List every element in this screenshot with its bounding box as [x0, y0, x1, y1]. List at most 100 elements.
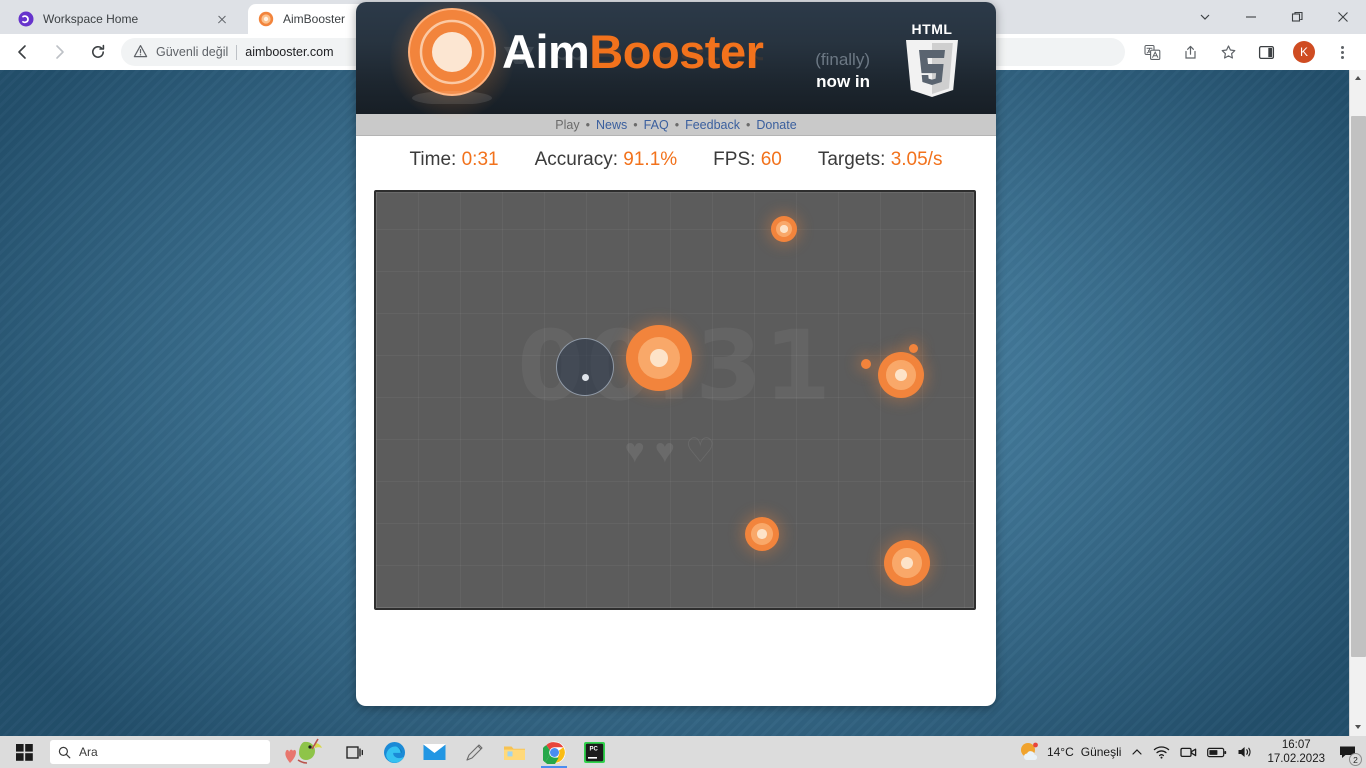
minimize-button[interactable] — [1228, 0, 1274, 34]
heart-icon-3: ♡ — [684, 432, 726, 470]
page-scrollbar[interactable] — [1349, 70, 1366, 736]
logo-booster: Booster — [589, 25, 764, 78]
weather-desc: Güneşli — [1080, 745, 1122, 759]
game-canvas[interactable]: 00:31 ♥♥♡ — [374, 190, 976, 610]
stat-accuracy-label: Accuracy: — [534, 149, 619, 170]
tab-search-chevron-icon[interactable] — [1182, 0, 1228, 34]
windows-start-icon[interactable] — [0, 736, 48, 768]
battery-icon[interactable] — [1202, 736, 1232, 768]
target-1[interactable] — [771, 216, 797, 242]
tab-workspace-home[interactable]: Workspace Home — [8, 4, 240, 34]
target-4[interactable] — [878, 352, 924, 398]
share-icon[interactable] — [1176, 38, 1204, 66]
desktop-bird-widget[interactable] — [270, 736, 334, 768]
badge-finally-text: (finally) — [815, 50, 870, 69]
nav-separator: • — [745, 117, 751, 132]
file-explorer-icon[interactable] — [494, 736, 534, 768]
logo-aim: Aim — [502, 25, 590, 78]
volume-icon[interactable] — [1232, 736, 1259, 768]
side-panel-icon[interactable] — [1252, 38, 1280, 66]
scroll-up-arrow[interactable] — [1350, 70, 1366, 87]
search-placeholder: Ara — [79, 745, 98, 759]
nav-link-donate[interactable]: Donate — [756, 118, 796, 132]
clock-date: 17.02.2023 — [1267, 753, 1325, 765]
search-icon — [58, 746, 71, 758]
stat-targets: Targets: 3.05/s — [818, 149, 943, 171]
badge-now-in-text: now in — [816, 72, 870, 91]
close-icon[interactable] — [214, 11, 230, 27]
target-5[interactable] — [909, 344, 918, 353]
pycharm-icon[interactable]: PC — [574, 736, 614, 768]
target-ring-outer — [861, 359, 871, 369]
nav-separator: • — [585, 117, 591, 132]
stat-time-value: 0:31 — [461, 149, 499, 170]
nav-link-play[interactable]: Play — [555, 118, 579, 132]
html5-logo-icon: HTML — [900, 20, 964, 98]
aimbooster-logo-icon — [404, 8, 500, 105]
svg-text:PC: PC — [589, 746, 598, 752]
url-text: aimbooster.com — [245, 45, 334, 59]
target-ring-inner — [780, 225, 788, 233]
target-3[interactable] — [861, 359, 871, 369]
stat-accuracy: Accuracy: 91.1% — [535, 149, 678, 171]
system-tray: 14°C Güneşli 16:07 17.02.2023 2 — [1014, 736, 1366, 768]
aim-cursor — [556, 338, 614, 396]
scroll-down-arrow[interactable] — [1350, 719, 1366, 736]
profile-avatar[interactable]: K — [1290, 38, 1318, 66]
stat-time-label: Time: — [409, 149, 457, 170]
chrome-icon[interactable] — [534, 736, 574, 768]
nav-link-news[interactable]: News — [596, 118, 627, 132]
stats-bar: Time: 0:31 Accuracy: 91.1% FPS: 60 Targe… — [356, 136, 996, 182]
nav-link-faq[interactable]: FAQ — [644, 118, 669, 132]
scrollbar-thumb[interactable] — [1351, 116, 1366, 657]
stat-targets-value: 3.05/s — [890, 149, 943, 170]
edge-icon[interactable] — [374, 736, 414, 768]
target-2[interactable] — [626, 325, 692, 391]
task-view-icon[interactable] — [334, 736, 374, 768]
weather-icon — [1020, 742, 1038, 761]
target-7[interactable] — [884, 540, 930, 586]
nav-separator: • — [674, 117, 680, 132]
workspace-icon — [18, 11, 34, 27]
nav-link-feedback[interactable]: Feedback — [685, 118, 740, 132]
bookmark-star-icon[interactable] — [1214, 38, 1242, 66]
weather-temp: 14°C — [1046, 745, 1074, 759]
search-input[interactable]: Ara — [50, 740, 270, 764]
close-button[interactable] — [1320, 0, 1366, 34]
site-banner: AimBooster AimBooster (finally) now in H… — [356, 2, 996, 120]
target-ring-outer — [909, 344, 918, 353]
chrome-menu-button[interactable] — [1328, 38, 1356, 66]
omnibox-divider — [236, 44, 238, 60]
taskbar-clock[interactable]: 16:07 17.02.2023 — [1259, 738, 1333, 767]
clock-time: 16:07 — [1281, 738, 1311, 751]
meet-now-icon[interactable] — [1175, 736, 1202, 768]
notification-count-badge: 2 — [1349, 753, 1362, 766]
weather-widget[interactable]: 14°C Güneşli — [1014, 736, 1127, 768]
heart-icon-1: ♥ — [624, 432, 655, 470]
security-label: Güvenli değil — [156, 45, 229, 59]
stat-time: Time: 0:31 — [410, 149, 499, 171]
translate-icon[interactable] — [1138, 38, 1166, 66]
maximize-button[interactable] — [1274, 0, 1320, 34]
lives-display: ♥♥♡ — [376, 434, 974, 468]
show-hidden-icons-chevron[interactable] — [1126, 736, 1148, 768]
tab-title: AimBooster — [283, 12, 346, 26]
nav-separator: • — [633, 117, 638, 132]
forward-button[interactable] — [46, 38, 74, 66]
svg-text:HTML: HTML — [912, 21, 953, 37]
back-button[interactable] — [8, 38, 36, 66]
browser-window: Workspace Home AimBooster Güvenli değil … — [0, 0, 1366, 736]
stat-fps-value: 60 — [760, 149, 782, 170]
avatar-initial: K — [1293, 41, 1315, 63]
snipping-tool-icon[interactable] — [454, 736, 494, 768]
stat-targets-label: Targets: — [817, 149, 886, 170]
wifi-icon[interactable] — [1148, 736, 1175, 768]
target-6[interactable] — [745, 517, 779, 551]
site-logo-text: AimBooster — [502, 24, 764, 79]
notification-center-button[interactable]: 2 — [1333, 736, 1366, 768]
stat-fps-label: FPS: — [713, 149, 756, 170]
mail-icon[interactable] — [414, 736, 454, 768]
reload-button[interactable] — [84, 38, 112, 66]
not-secure-warning-icon[interactable] — [133, 44, 149, 60]
stat-accuracy-value: 91.1% — [623, 149, 678, 170]
